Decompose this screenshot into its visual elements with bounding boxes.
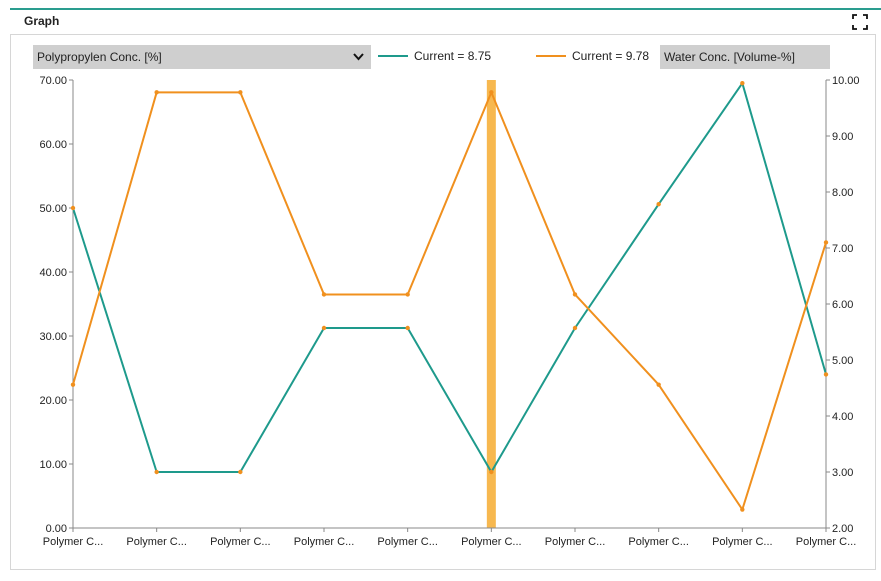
series-1-point <box>154 469 159 475</box>
right-tick-label: 8.00 <box>832 187 853 199</box>
series-1-point <box>656 201 661 207</box>
right-tick-label: 6.00 <box>832 299 853 311</box>
series-1-point <box>823 372 829 377</box>
right-tick-label: 10.00 <box>832 75 860 87</box>
legend-label-series-2: Current = 9.78 <box>572 49 650 63</box>
x-tick-label: Polymer C... <box>545 536 606 548</box>
left-tick-label: 70.00 <box>39 75 67 87</box>
series-2-point <box>740 507 745 512</box>
series-line-2 <box>72 91 827 511</box>
left-tick-label: 50.00 <box>39 203 67 215</box>
x-tick-label: Polymer C... <box>796 536 857 548</box>
x-tick-label: Polymer C... <box>43 536 104 548</box>
left-tick-label: 60.00 <box>39 139 67 151</box>
left-tick-label: 20.00 <box>39 395 67 407</box>
series-2-point <box>321 292 327 297</box>
series-1-point <box>238 469 243 475</box>
x-tick-label: Polymer C... <box>210 536 271 548</box>
legend-swatch-series-2 <box>536 55 566 57</box>
right-tick-label: 2.00 <box>832 523 853 535</box>
x-tick-label: Polymer C... <box>712 536 773 548</box>
left-tick-label: 40.00 <box>39 267 67 279</box>
series-line-1 <box>72 82 827 473</box>
right-axis-select-value: Water Conc. [Volume-%] <box>664 50 795 64</box>
series-2-point <box>489 90 494 95</box>
left-tick-label: 30.00 <box>39 331 67 343</box>
series-2-point <box>154 90 159 95</box>
legend-item-series-1: Current = 8.75 <box>378 46 491 66</box>
series-1-point <box>572 325 578 331</box>
highlight-band <box>486 80 496 528</box>
right-tick-label: 5.00 <box>832 355 853 367</box>
series-1-point <box>405 325 410 331</box>
series-2-point <box>823 240 829 245</box>
series-1-point <box>321 325 327 331</box>
right-axis-select[interactable]: Water Conc. [Volume-%] <box>660 45 830 69</box>
x-tick-label: Polymer C... <box>628 536 689 548</box>
legend-item-series-2: Current = 9.78 <box>536 46 649 66</box>
x-tick-label: Polymer C... <box>461 536 522 548</box>
chevron-down-icon <box>353 53 364 61</box>
legend-label-series-1: Current = 8.75 <box>414 49 492 63</box>
left-tick-label: 0.00 <box>46 523 67 535</box>
left-axis-select-value: Polypropylen Conc. [%] <box>37 50 162 64</box>
series-2-point <box>70 382 76 387</box>
right-tick-label: 9.00 <box>832 131 853 143</box>
x-tick-label: Polymer C... <box>294 536 355 548</box>
right-tick-label: 3.00 <box>832 467 853 479</box>
right-tick-label: 4.00 <box>832 411 853 423</box>
left-tick-label: 10.00 <box>39 459 67 471</box>
series-1-point <box>489 469 494 475</box>
left-axis-select[interactable]: Polypropylen Conc. [%] <box>33 45 371 69</box>
series-2-point <box>656 382 661 387</box>
series-1-point <box>740 81 745 86</box>
series-2-point <box>405 292 410 297</box>
x-tick-label: Polymer C... <box>377 536 438 548</box>
series-2-point <box>572 292 578 297</box>
series-1-point <box>70 205 76 211</box>
x-tick-label: Polymer C... <box>126 536 187 548</box>
legend-swatch-series-1 <box>378 55 408 57</box>
series-2-point <box>238 90 243 95</box>
line-chart: 0.00 10.00 20.00 30.00 40.00 50.00 60.00 70.00 2… <box>39 75 860 548</box>
right-tick-label: 7.00 <box>832 243 853 255</box>
